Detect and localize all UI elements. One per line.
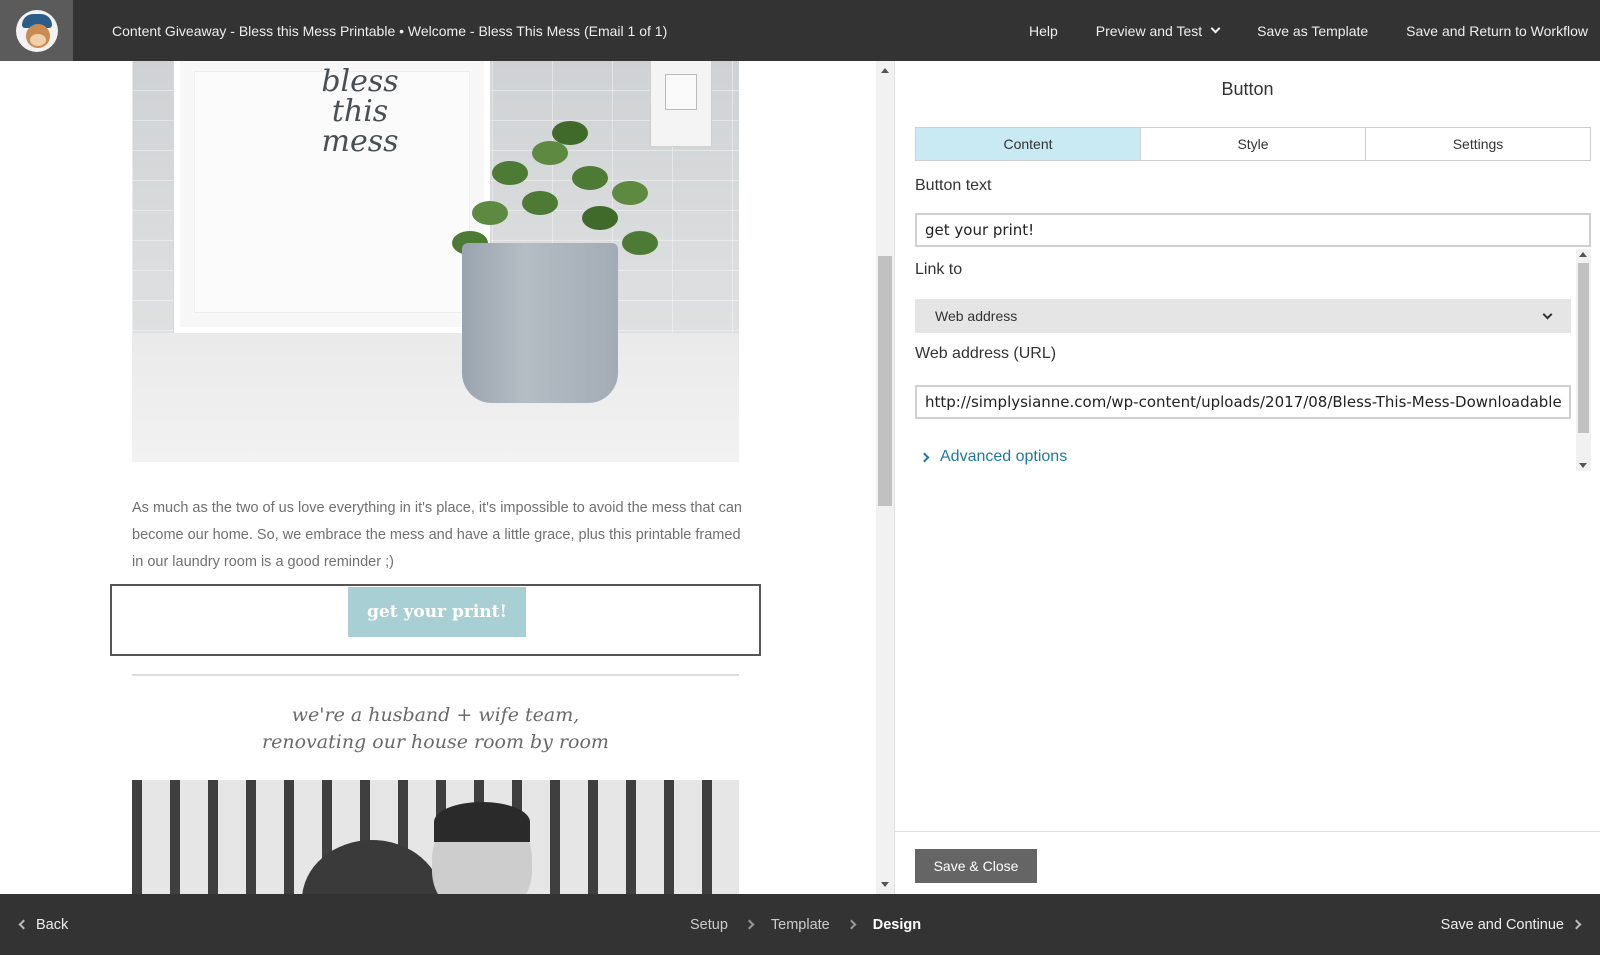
mailchimp-logo-icon <box>15 9 58 52</box>
divider <box>132 674 739 676</box>
chevron-down-icon <box>1210 23 1221 34</box>
preview-scrollbar[interactable] <box>876 61 894 894</box>
pot-image <box>462 243 618 403</box>
panel-footer-divider <box>895 831 1600 832</box>
selected-button-block[interactable]: get your print! <box>110 584 761 656</box>
top-bar: Content Giveaway - Bless this Mess Print… <box>0 0 1600 61</box>
chevron-right-icon <box>846 919 857 930</box>
save-as-template-link[interactable]: Save as Template <box>1238 0 1387 61</box>
button-text-label: Button text <box>915 177 992 194</box>
button-editor-panel: Button Content Style Settings Button tex… <box>894 61 1600 894</box>
url-input[interactable] <box>915 385 1571 419</box>
advanced-options-toggle[interactable]: Advanced options <box>919 448 1068 466</box>
save-and-continue-button[interactable]: Save and Continue <box>1440 894 1582 955</box>
editor-scrollbar[interactable] <box>1576 249 1591 471</box>
preview-and-test-label: Preview and Test <box>1095 22 1203 39</box>
bottom-bar: Back Setup Template Design Save and Cont… <box>0 894 1600 955</box>
scroll-up-icon[interactable] <box>881 68 889 73</box>
chevron-right-icon <box>919 452 930 462</box>
tagline-line-1: we're a husband + wife team, <box>291 704 580 726</box>
step-template[interactable]: Template <box>771 917 830 933</box>
chevron-left-icon <box>18 919 29 930</box>
save-and-continue-label: Save and Continue <box>1440 916 1564 933</box>
step-setup[interactable]: Setup <box>690 917 728 933</box>
link-to-selected: Web address <box>935 308 1018 324</box>
back-label: Back <box>36 916 69 933</box>
back-button[interactable]: Back <box>18 894 69 955</box>
step-design[interactable]: Design <box>873 917 921 933</box>
couple-image[interactable] <box>132 780 739 894</box>
tab-style[interactable]: Style <box>1141 128 1366 160</box>
scroll-down-icon[interactable] <box>1579 463 1587 468</box>
campaign-title: Content Giveaway - Bless this Mess Print… <box>112 22 668 39</box>
cta-button[interactable]: get your print! <box>348 587 526 637</box>
tagline-line-2: renovating our house room by room <box>262 731 609 753</box>
preview-and-test-menu[interactable]: Preview and Test <box>1077 0 1238 61</box>
logo[interactable] <box>0 0 73 61</box>
tab-settings[interactable]: Settings <box>1366 128 1590 160</box>
email-preview[interactable]: bless this mess As much as the two of us l… <box>0 61 876 894</box>
url-label: Web address (URL) <box>915 345 1057 362</box>
top-actions: Help Preview and Test Save as Template S… <box>1010 0 1600 61</box>
save-and-return-link[interactable]: Save and Return to Workflow <box>1387 0 1600 61</box>
advanced-options-label: Advanced options <box>940 448 1068 465</box>
scroll-down-icon[interactable] <box>881 882 889 887</box>
link-to-select[interactable]: Web address <box>915 299 1571 333</box>
tab-content[interactable]: Content <box>916 128 1141 160</box>
hero-image[interactable]: bless this mess <box>132 61 739 462</box>
save-close-button[interactable]: Save & Close <box>915 849 1037 883</box>
panel-title: Button <box>1221 79 1274 99</box>
chevron-right-icon <box>1571 919 1582 930</box>
link-to-label: Link to <box>915 261 963 278</box>
tagline[interactable]: we're a husband + wife team, renovating … <box>132 702 739 756</box>
chevron-right-icon <box>744 919 755 930</box>
frame-text: bless this mess <box>321 64 399 159</box>
step-breadcrumb: Setup Template Design <box>690 894 921 955</box>
body-paragraph[interactable]: As much as the two of us love everything… <box>132 495 742 576</box>
help-link[interactable]: Help <box>1010 0 1077 61</box>
button-text-input[interactable] <box>915 213 1591 247</box>
scrollbar-thumb[interactable] <box>1578 263 1589 433</box>
scrollbar-thumb[interactable] <box>878 256 892 506</box>
chevron-down-icon <box>1542 309 1553 319</box>
scroll-up-icon[interactable] <box>1579 252 1587 257</box>
editor-tabs: Content Style Settings <box>915 127 1591 161</box>
